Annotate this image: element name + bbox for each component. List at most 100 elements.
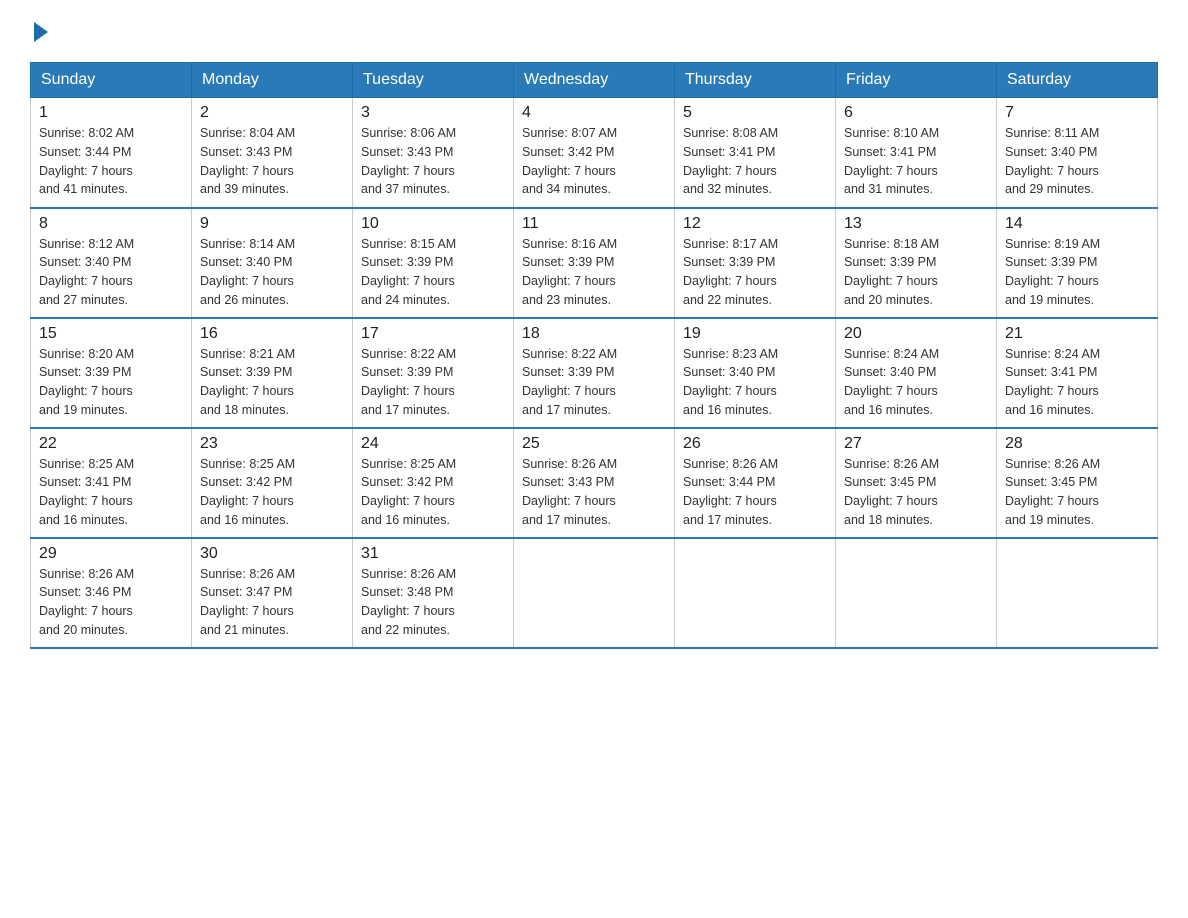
calendar-day-cell: 26 Sunrise: 8:26 AMSunset: 3:44 PMDayligh… <box>675 428 836 538</box>
calendar-day-cell: 25 Sunrise: 8:26 AMSunset: 3:43 PMDayligh… <box>514 428 675 538</box>
day-number: 30 <box>200 545 344 563</box>
day-number: 13 <box>844 215 988 233</box>
calendar-day-cell: 6 Sunrise: 8:10 AMSunset: 3:41 PMDaylight… <box>836 98 997 208</box>
calendar-day-cell: 28 Sunrise: 8:26 AMSunset: 3:45 PMDayligh… <box>997 428 1158 538</box>
day-info: Sunrise: 8:19 AMSunset: 3:39 PMDaylight:… <box>1005 235 1149 310</box>
calendar-day-cell <box>997 538 1158 648</box>
day-info: Sunrise: 8:26 AMSunset: 3:45 PMDaylight:… <box>844 455 988 530</box>
calendar-day-cell <box>675 538 836 648</box>
day-number: 12 <box>683 215 827 233</box>
page-header <box>30 20 1158 42</box>
day-info: Sunrise: 8:15 AMSunset: 3:39 PMDaylight:… <box>361 235 505 310</box>
calendar-header: SundayMondayTuesdayWednesdayThursdayFrid… <box>31 63 1158 98</box>
day-number: 15 <box>39 325 183 343</box>
calendar-day-cell: 2Sunrise: 8:04 AMSunset: 3:43 PMDaylight… <box>192 98 353 208</box>
day-info: Sunrise: 8:26 AMSunset: 3:48 PMDaylight:… <box>361 565 505 640</box>
day-number: 26 <box>683 435 827 453</box>
calendar-day-cell: 17 Sunrise: 8:22 AMSunset: 3:39 PMDayligh… <box>353 318 514 428</box>
calendar-day-cell: 4 Sunrise: 8:07 AMSunset: 3:42 PMDaylight… <box>514 98 675 208</box>
day-number: 19 <box>683 325 827 343</box>
day-number: 16 <box>200 325 344 343</box>
day-of-week-header: Saturday <box>997 63 1158 98</box>
day-info: Sunrise: 8:10 AMSunset: 3:41 PMDaylight:… <box>844 124 988 199</box>
day-number: 22 <box>39 435 183 453</box>
day-info: Sunrise: 8:02 AMSunset: 3:44 PMDaylight:… <box>39 124 183 199</box>
calendar-day-cell: 10 Sunrise: 8:15 AMSunset: 3:39 PMDayligh… <box>353 208 514 318</box>
day-of-week-header: Friday <box>836 63 997 98</box>
calendar-body: 1 Sunrise: 8:02 AMSunset: 3:44 PMDaylight… <box>31 98 1158 648</box>
day-number: 10 <box>361 215 505 233</box>
day-of-week-header: Wednesday <box>514 63 675 98</box>
day-number: 29 <box>39 545 183 563</box>
day-info: Sunrise: 8:21 AMSunset: 3:39 PMDaylight:… <box>200 345 344 420</box>
day-number: 9 <box>200 215 344 233</box>
day-info: Sunrise: 8:26 AMSunset: 3:44 PMDaylight:… <box>683 455 827 530</box>
calendar-week-row: 22 Sunrise: 8:25 AMSunset: 3:41 PMDayligh… <box>31 428 1158 538</box>
day-number: 31 <box>361 545 505 563</box>
calendar-day-cell: 5Sunrise: 8:08 AMSunset: 3:41 PMDaylight… <box>675 98 836 208</box>
day-number: 14 <box>1005 215 1149 233</box>
day-of-week-header: Tuesday <box>353 63 514 98</box>
calendar-day-cell: 19Sunrise: 8:23 AMSunset: 3:40 PMDayligh… <box>675 318 836 428</box>
calendar-day-cell: 14 Sunrise: 8:19 AMSunset: 3:39 PMDayligh… <box>997 208 1158 318</box>
day-number: 24 <box>361 435 505 453</box>
day-info: Sunrise: 8:04 AMSunset: 3:43 PMDaylight:… <box>200 124 344 199</box>
day-info: Sunrise: 8:26 AMSunset: 3:45 PMDaylight:… <box>1005 455 1149 530</box>
day-info: Sunrise: 8:11 AMSunset: 3:40 PMDaylight:… <box>1005 124 1149 199</box>
day-number: 27 <box>844 435 988 453</box>
day-of-week-header: Thursday <box>675 63 836 98</box>
day-number: 1 <box>39 104 183 122</box>
day-number: 20 <box>844 325 988 343</box>
calendar-table: SundayMondayTuesdayWednesdayThursdayFrid… <box>30 62 1158 649</box>
header-row: SundayMondayTuesdayWednesdayThursdayFrid… <box>31 63 1158 98</box>
day-info: Sunrise: 8:07 AMSunset: 3:42 PMDaylight:… <box>522 124 666 199</box>
day-number: 17 <box>361 325 505 343</box>
calendar-day-cell: 8 Sunrise: 8:12 AMSunset: 3:40 PMDaylight… <box>31 208 192 318</box>
day-of-week-header: Sunday <box>31 63 192 98</box>
day-info: Sunrise: 8:25 AMSunset: 3:41 PMDaylight:… <box>39 455 183 530</box>
calendar-day-cell: 11Sunrise: 8:16 AMSunset: 3:39 PMDayligh… <box>514 208 675 318</box>
calendar-day-cell: 18Sunrise: 8:22 AMSunset: 3:39 PMDayligh… <box>514 318 675 428</box>
day-info: Sunrise: 8:24 AMSunset: 3:40 PMDaylight:… <box>844 345 988 420</box>
calendar-week-row: 29 Sunrise: 8:26 AMSunset: 3:46 PMDayligh… <box>31 538 1158 648</box>
logo <box>30 20 48 42</box>
calendar-day-cell: 1 Sunrise: 8:02 AMSunset: 3:44 PMDaylight… <box>31 98 192 208</box>
calendar-day-cell: 30 Sunrise: 8:26 AMSunset: 3:47 PMDayligh… <box>192 538 353 648</box>
day-number: 7 <box>1005 104 1149 122</box>
day-number: 5 <box>683 104 827 122</box>
calendar-day-cell: 23Sunrise: 8:25 AMSunset: 3:42 PMDayligh… <box>192 428 353 538</box>
day-info: Sunrise: 8:25 AMSunset: 3:42 PMDaylight:… <box>200 455 344 530</box>
day-info: Sunrise: 8:14 AMSunset: 3:40 PMDaylight:… <box>200 235 344 310</box>
day-number: 3 <box>361 104 505 122</box>
calendar-week-row: 1 Sunrise: 8:02 AMSunset: 3:44 PMDaylight… <box>31 98 1158 208</box>
calendar-day-cell: 20 Sunrise: 8:24 AMSunset: 3:40 PMDayligh… <box>836 318 997 428</box>
day-info: Sunrise: 8:26 AMSunset: 3:47 PMDaylight:… <box>200 565 344 640</box>
day-info: Sunrise: 8:26 AMSunset: 3:43 PMDaylight:… <box>522 455 666 530</box>
day-info: Sunrise: 8:22 AMSunset: 3:39 PMDaylight:… <box>361 345 505 420</box>
day-info: Sunrise: 8:24 AMSunset: 3:41 PMDaylight:… <box>1005 345 1149 420</box>
day-info: Sunrise: 8:06 AMSunset: 3:43 PMDaylight:… <box>361 124 505 199</box>
day-number: 8 <box>39 215 183 233</box>
day-info: Sunrise: 8:25 AMSunset: 3:42 PMDaylight:… <box>361 455 505 530</box>
calendar-day-cell: 15 Sunrise: 8:20 AMSunset: 3:39 PMDayligh… <box>31 318 192 428</box>
day-info: Sunrise: 8:16 AMSunset: 3:39 PMDaylight:… <box>522 235 666 310</box>
day-number: 25 <box>522 435 666 453</box>
calendar-day-cell: 27 Sunrise: 8:26 AMSunset: 3:45 PMDayligh… <box>836 428 997 538</box>
day-info: Sunrise: 8:22 AMSunset: 3:39 PMDaylight:… <box>522 345 666 420</box>
day-info: Sunrise: 8:12 AMSunset: 3:40 PMDaylight:… <box>39 235 183 310</box>
calendar-day-cell: 22 Sunrise: 8:25 AMSunset: 3:41 PMDayligh… <box>31 428 192 538</box>
logo-arrow-icon <box>34 22 48 42</box>
day-info: Sunrise: 8:17 AMSunset: 3:39 PMDaylight:… <box>683 235 827 310</box>
day-number: 6 <box>844 104 988 122</box>
calendar-day-cell: 21Sunrise: 8:24 AMSunset: 3:41 PMDayligh… <box>997 318 1158 428</box>
calendar-day-cell: 13Sunrise: 8:18 AMSunset: 3:39 PMDayligh… <box>836 208 997 318</box>
calendar-day-cell: 31 Sunrise: 8:26 AMSunset: 3:48 PMDayligh… <box>353 538 514 648</box>
calendar-day-cell <box>836 538 997 648</box>
calendar-day-cell: 29 Sunrise: 8:26 AMSunset: 3:46 PMDayligh… <box>31 538 192 648</box>
calendar-day-cell: 16 Sunrise: 8:21 AMSunset: 3:39 PMDayligh… <box>192 318 353 428</box>
day-info: Sunrise: 8:20 AMSunset: 3:39 PMDaylight:… <box>39 345 183 420</box>
day-info: Sunrise: 8:26 AMSunset: 3:46 PMDaylight:… <box>39 565 183 640</box>
calendar-day-cell <box>514 538 675 648</box>
day-number: 4 <box>522 104 666 122</box>
day-number: 28 <box>1005 435 1149 453</box>
